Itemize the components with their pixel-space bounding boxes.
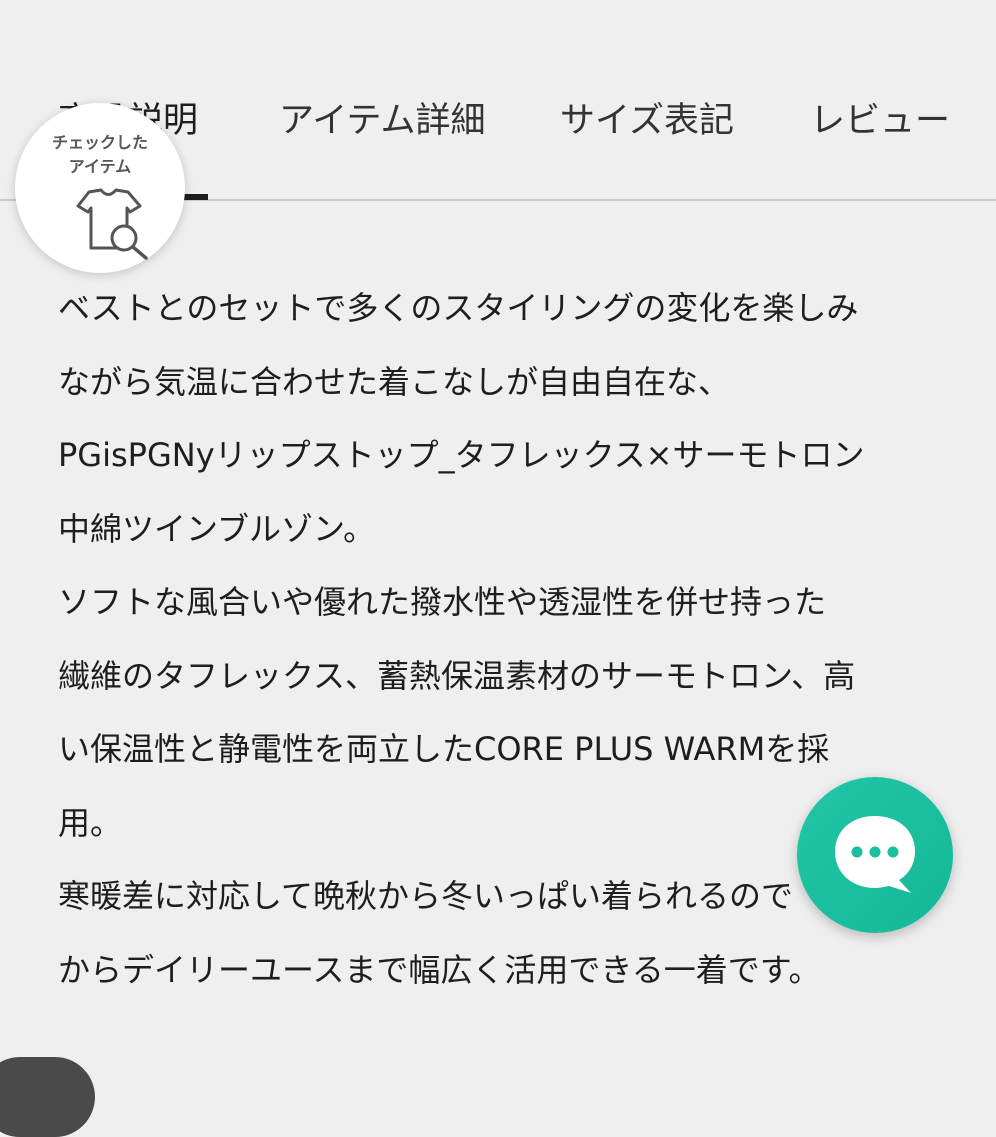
description-line: 中綿ツインブルゾン。 bbox=[58, 509, 376, 548]
checked-items-button[interactable]: チェックした アイテム bbox=[15, 103, 185, 273]
tab-reviews[interactable]: レビュー bbox=[810, 96, 950, 146]
description-line: ながら気温に合わせた着こなしが自由自在な、 bbox=[58, 362, 731, 401]
description-line: ベストとのセットで多くのスタイリングの変化を楽しみ bbox=[58, 289, 859, 327]
tab-size-notation[interactable]: サイズ表記 bbox=[560, 96, 734, 146]
checked-items-label-line2: アイテム bbox=[68, 157, 132, 176]
tab-item-details[interactable]: アイテム詳細 bbox=[279, 96, 486, 146]
chat-button[interactable] bbox=[797, 777, 953, 933]
tshirt-search-icon bbox=[76, 188, 148, 260]
chat-bubble-icon bbox=[835, 816, 915, 893]
floating-tab-edge[interactable] bbox=[0, 1057, 95, 1137]
description-line: ソフトな風合いや優れた撥水性や透湿性を併せ持った bbox=[58, 583, 827, 621]
description-line: い保温性と静電性を両立したCORE PLUS WARMを採 bbox=[58, 730, 830, 768]
checked-items-label: チェックした アイテム bbox=[15, 131, 185, 179]
checked-items-label-line1: チェックした bbox=[51, 133, 148, 152]
description-line: PGisPGNyリップストップ_タフレックス×サーモトロン bbox=[58, 436, 865, 474]
description-line: 繊維のタフレックス、蓄熱保温素材のサーモトロン、高 bbox=[58, 656, 856, 695]
description-line: からデイリーユースまで幅広く活用できる一着です。 bbox=[58, 950, 821, 989]
